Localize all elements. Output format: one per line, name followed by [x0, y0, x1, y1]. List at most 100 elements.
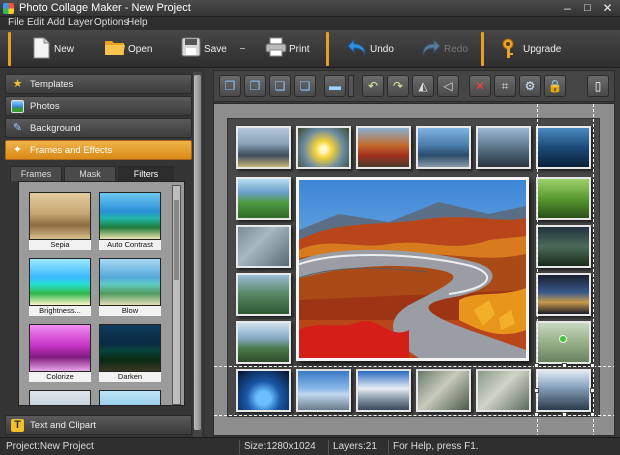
filters-scrollbar[interactable] [172, 185, 181, 405]
resize-handle[interactable] [534, 363, 539, 368]
section-templates[interactable]: ★ Templates [5, 74, 192, 94]
menu-help[interactable]: Help [127, 17, 148, 28]
rotate-right-button[interactable]: ↷ [387, 75, 409, 97]
collage-photo[interactable] [296, 369, 351, 412]
save-button[interactable]: Save [180, 33, 227, 65]
main-collage-photo[interactable] [296, 177, 529, 361]
page-icon: ▯ [594, 79, 602, 93]
print-button[interactable]: Print [265, 33, 315, 65]
bring-to-front-button[interactable]: ❐ [219, 75, 241, 97]
star-icon: ★ [12, 78, 23, 90]
menu-file[interactable]: File [8, 17, 24, 28]
menu-add[interactable]: Add [47, 17, 65, 28]
collage-photo[interactable] [356, 369, 411, 412]
collage-photo[interactable] [356, 126, 411, 169]
resize-handle[interactable] [562, 412, 567, 417]
section-background[interactable]: ✎ Background [5, 118, 192, 138]
undo-button[interactable]: Undo [346, 33, 394, 65]
new-button[interactable]: New [30, 33, 75, 65]
collage-photo[interactable] [236, 369, 291, 412]
tab-filters[interactable]: Filters [118, 166, 174, 181]
collage-photo[interactable] [236, 321, 291, 364]
align-dropdown[interactable] [348, 75, 354, 97]
menu-layer[interactable]: Layer [68, 17, 93, 28]
redo-button[interactable]: Redo [420, 33, 468, 65]
flip-vertical-button[interactable]: ◁ [437, 75, 459, 97]
status-help: For Help, press F1. [393, 441, 479, 452]
close-button[interactable]: ✕ [600, 1, 615, 15]
tab-mask[interactable]: Mask [64, 166, 116, 181]
maximize-button[interactable]: □ [580, 1, 595, 15]
resize-handle[interactable] [534, 388, 539, 393]
collage-photo[interactable] [296, 126, 351, 169]
collage-photo[interactable] [236, 177, 291, 220]
filter-auto-contrast[interactable]: Auto Contrast [99, 192, 161, 252]
collage-photo[interactable] [416, 369, 471, 412]
filter-preview [29, 258, 91, 306]
tab-frames[interactable]: Frames [10, 166, 62, 181]
status-separator [328, 440, 329, 454]
flip-horizontal-button[interactable]: ◭ [412, 75, 434, 97]
sidebar-scrollbar[interactable] [193, 72, 202, 437]
delete-icon: ✕ [474, 79, 486, 93]
menu-options[interactable]: Options [94, 17, 128, 28]
resize-handle[interactable] [590, 388, 595, 393]
section-text-and-clipart[interactable]: T Text and Clipart [5, 415, 192, 435]
layers-icon: ❐ [249, 79, 261, 93]
rotate-handle[interactable] [559, 335, 567, 343]
minimize-button[interactable]: – [560, 1, 575, 15]
crop-button[interactable]: ⌗ [494, 75, 516, 97]
scrollbar-thumb[interactable] [194, 75, 201, 430]
flip-vertical-icon: ◁ [443, 79, 453, 93]
collage-photo[interactable] [416, 126, 471, 169]
page-button[interactable]: ▯ [587, 75, 609, 97]
rotate-left-button[interactable]: ↶ [362, 75, 384, 97]
resize-handle[interactable] [534, 412, 539, 417]
text-icon: T [11, 419, 24, 432]
send-to-back-button[interactable]: ❏ [294, 75, 316, 97]
filter-item[interactable] [99, 390, 161, 405]
collage-photo[interactable] [536, 126, 591, 169]
collage-photo[interactable] [236, 225, 291, 268]
selection-guide [214, 366, 614, 367]
resize-handle[interactable] [590, 412, 595, 417]
key-icon [499, 37, 521, 59]
resize-handle[interactable] [590, 363, 595, 368]
send-backward-button[interactable]: ❏ [269, 75, 291, 97]
collage-canvas[interactable] [213, 103, 615, 436]
collage-photo[interactable] [236, 126, 291, 169]
collage-photo[interactable] [236, 273, 291, 316]
upgrade-button[interactable]: Upgrade [499, 33, 561, 65]
open-button[interactable]: Open [104, 33, 154, 65]
filter-sepia[interactable]: Sepia [29, 192, 91, 252]
flip-horizontal-icon: ◭ [418, 79, 428, 93]
folder-icon [104, 37, 126, 59]
align-button[interactable]: ▬ [324, 75, 346, 97]
filter-darken[interactable]: Darken [99, 324, 161, 384]
menu-bar: File Edit Add Layer Options Help [0, 17, 620, 30]
filter-blow[interactable]: Blow [99, 258, 161, 318]
filter-brightness[interactable]: Brightness... [29, 258, 91, 318]
toolbar-separator [326, 32, 329, 66]
section-photos[interactable]: Photos [5, 96, 192, 116]
bring-forward-button[interactable]: ❐ [244, 75, 266, 97]
delete-button[interactable]: ✕ [469, 75, 491, 97]
collage-photo[interactable] [536, 177, 591, 220]
title-bar: Photo Collage Maker - New Project – □ ✕ [0, 0, 620, 17]
collage-photo[interactable] [536, 369, 591, 412]
status-separator [388, 440, 389, 454]
collage-photo[interactable] [536, 273, 591, 316]
filter-colorize[interactable]: Colorize [29, 324, 91, 384]
filter-item[interactable] [29, 390, 91, 405]
menu-edit[interactable]: Edit [27, 17, 44, 28]
collage-photo[interactable] [476, 369, 531, 412]
collage-photo[interactable] [476, 126, 531, 169]
settings-button[interactable]: ⚙ [519, 75, 541, 97]
toolbar-separator [481, 32, 484, 66]
resize-handle[interactable] [562, 363, 567, 368]
lock-icon: 🔒 [547, 79, 563, 93]
scrollbar-thumb[interactable] [174, 200, 179, 280]
lock-button[interactable]: 🔒 [544, 75, 566, 97]
collage-photo[interactable] [536, 225, 591, 268]
section-frames-and-effects[interactable]: ✦ Frames and Effects [5, 140, 192, 160]
